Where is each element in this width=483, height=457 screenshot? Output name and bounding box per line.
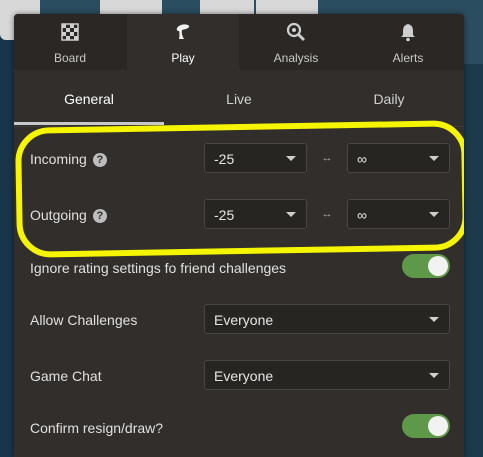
incoming-min-value: -25 [214,151,235,167]
active-tab-indicator [14,122,164,125]
top-tab-bar: Board Play Analysis Alerts [14,14,464,70]
toggle-knob [428,256,448,276]
yellow-highlight-annotation [14,120,464,258]
bell-icon [401,24,415,42]
ignore-rating-label: Ignore rating settings fo friend challen… [30,260,287,276]
incoming-min-select[interactable]: -25 [204,143,307,173]
tab-board-label: Board [53,51,87,65]
chevron-down-icon [429,373,439,378]
outgoing-max-value: ∞ [357,207,367,223]
help-icon[interactable]: ? [92,153,107,167]
sub-tab-bar: General Live Daily [14,70,464,127]
chevron-down-icon [429,212,439,217]
background-edge [0,0,14,457]
toggle-knob [428,416,448,436]
outgoing-min-select[interactable]: -25 [204,199,307,229]
game-chat-value: Everyone [214,368,274,384]
pawn-icon [176,24,190,39]
tab-play-label: Play [171,51,195,65]
game-chat-label: Game Chat [30,368,102,384]
game-chat-select[interactable]: Everyone [204,360,450,390]
tab-daily[interactable]: Daily [314,70,464,126]
incoming-row: Incoming? [30,151,107,167]
allow-challenges-label: Allow Challenges [30,312,138,328]
tab-analysis-label: Analysis [273,51,319,65]
tab-board[interactable]: Board [14,14,126,70]
chevron-down-icon [286,156,296,161]
incoming-max-value: ∞ [357,151,367,167]
allow-challenges-value: Everyone [214,312,274,328]
incoming-max-select[interactable]: ∞ [347,143,450,173]
settings-panel: Board Play Analysis Alerts General Live … [14,14,464,457]
board-icon [61,23,79,41]
tab-play[interactable]: Play [127,14,239,70]
outgoing-row: Outgoing? [30,207,107,223]
tab-analysis[interactable]: Analysis [240,14,352,70]
confirm-resign-label: Confirm resign/draw? [30,420,164,436]
chevron-down-icon [429,317,439,322]
tab-live[interactable]: Live [164,70,314,126]
help-icon[interactable]: ? [92,209,107,223]
incoming-label: Incoming [30,151,87,167]
chevron-down-icon [286,212,296,217]
allow-challenges-select[interactable]: Everyone [204,304,450,334]
tab-alerts[interactable]: Alerts [352,14,464,70]
range-separator: ↔ [321,152,333,164]
ignore-rating-toggle[interactable] [402,254,450,278]
tab-general[interactable]: General [14,70,164,126]
tab-alerts-label: Alerts [392,51,424,65]
outgoing-min-value: -25 [214,207,235,223]
confirm-resign-toggle[interactable] [402,414,450,438]
range-separator: ↔ [321,208,333,220]
chevron-down-icon [429,156,439,161]
outgoing-max-select[interactable]: ∞ [347,199,450,229]
analysis-icon [286,22,305,41]
outgoing-label: Outgoing [30,207,87,223]
